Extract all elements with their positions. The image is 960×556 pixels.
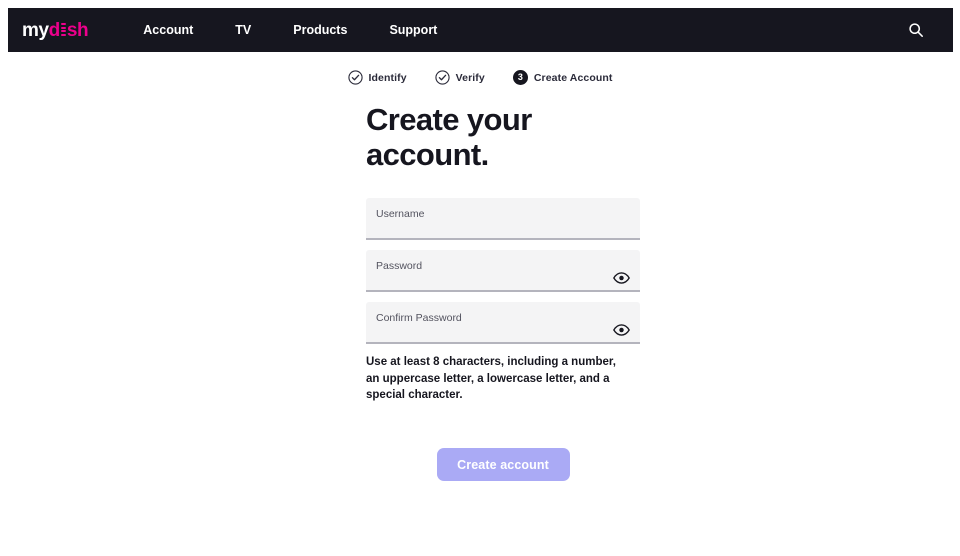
password-field[interactable]: Password: [366, 250, 640, 293]
stepper-label-identify: Identify: [368, 71, 407, 84]
page-title-line1: Create your: [366, 102, 532, 137]
confirm-password-input[interactable]: [376, 324, 606, 339]
confirm-password-label: Confirm Password: [376, 312, 462, 325]
logo-text-sh: sh: [66, 19, 89, 41]
logo-dotted-i-icon: [60, 22, 66, 38]
nav-link-account[interactable]: Account: [122, 8, 214, 52]
eye-icon: [612, 272, 630, 285]
username-input[interactable]: [376, 220, 606, 235]
submit-row: Create account: [366, 448, 640, 482]
create-account-button[interactable]: Create account: [436, 448, 570, 482]
nav-link-tv[interactable]: TV: [214, 8, 272, 52]
stepper-step-identify[interactable]: Identify: [347, 70, 407, 85]
username-field[interactable]: Username: [366, 198, 640, 241]
nav-link-support[interactable]: Support: [368, 8, 458, 52]
username-label: Username: [376, 208, 425, 221]
password-visibility-toggle[interactable]: [612, 271, 630, 285]
search-icon: [909, 23, 923, 37]
check-circle-icon: [435, 70, 450, 85]
stepper-step-create-account[interactable]: 3 Create Account: [512, 70, 613, 85]
check-circle-icon: [347, 70, 363, 85]
page-title: Create your account.: [366, 102, 640, 172]
confirm-password-field[interactable]: Confirm Password: [366, 302, 640, 345]
primary-nav: Account TV Products Support: [122, 8, 458, 52]
stepper-label-create-account: Create Account: [533, 71, 613, 84]
stepper-step-verify[interactable]: Verify: [435, 70, 485, 85]
page-root: my d sh Account TV Products Support Identi…: [0, 0, 960, 556]
search-button[interactable]: [905, 19, 927, 41]
stepper-label-verify: Verify: [455, 71, 485, 84]
password-requirements-text: Use at least 8 characters, including a n…: [366, 356, 616, 402]
password-input[interactable]: [376, 272, 606, 287]
page-title-line2: account.: [366, 136, 489, 172]
password-label: Password: [376, 260, 423, 273]
eye-icon: [612, 324, 630, 337]
top-navigation-bar: my d sh Account TV Products Support: [8, 8, 953, 52]
brand-logo[interactable]: my d sh: [22, 19, 89, 41]
progress-stepper: Identify Verify 3 Create Account: [0, 70, 960, 85]
confirm-password-visibility-toggle[interactable]: [612, 323, 630, 337]
nav-link-products[interactable]: Products: [272, 8, 368, 52]
logo-text-d: d: [48, 19, 61, 41]
logo-text-my: my: [22, 19, 49, 41]
number-circle-icon: 3: [512, 70, 528, 85]
create-account-form: Create your account. Username Password C…: [366, 102, 640, 482]
